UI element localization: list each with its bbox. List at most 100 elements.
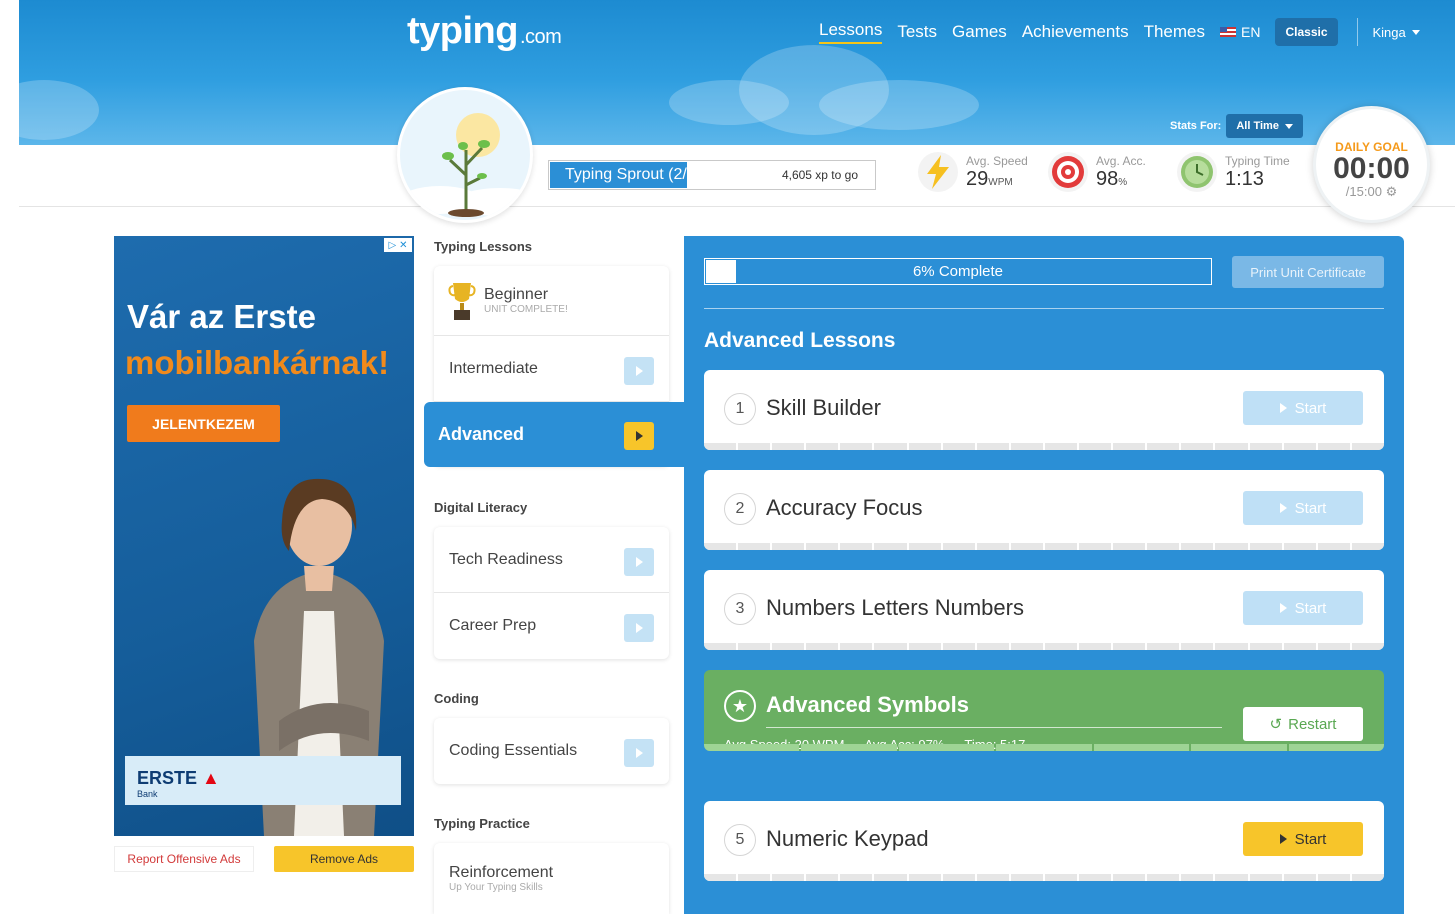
progress-segment: [704, 874, 737, 881]
lesson-name: Skill Builder: [766, 395, 881, 420]
lesson-card[interactable]: 5 Numeric Keypad Start: [704, 801, 1384, 881]
typing-practice-card: Reinforcement Up Your Typing Skills: [434, 843, 669, 914]
stat-typing-time: Typing Time 1:13: [1177, 152, 1290, 192]
ad-brand-sub: Bank: [137, 789, 158, 799]
start-button[interactable]: Start: [1243, 822, 1363, 856]
sidebar-item-intermediate[interactable]: Intermediate: [434, 336, 669, 402]
nav-divider: [1356, 18, 1358, 46]
progress-segment: [1249, 543, 1282, 550]
stat-avg-accuracy: Avg. Acc. 98%: [1048, 152, 1146, 192]
nav-achievements[interactable]: Achievements: [1022, 22, 1129, 42]
progress-segment: [1079, 443, 1112, 450]
sidebar-item-career-prep[interactable]: Career Prep: [434, 593, 669, 659]
progress-segment: [738, 874, 771, 881]
lesson-card[interactable]: 3 Numbers Letters Numbers Start: [704, 570, 1384, 650]
nav-games[interactable]: Games: [952, 22, 1007, 42]
nav-themes[interactable]: Themes: [1144, 22, 1205, 42]
lesson-progress-segments: [704, 543, 1384, 550]
progress-segment: [1044, 874, 1078, 881]
progress-segment: [1113, 443, 1146, 450]
progress-segment: [1181, 443, 1214, 450]
remove-ads-button[interactable]: Remove Ads: [274, 846, 414, 872]
gear-icon[interactable]: ⚙: [1386, 184, 1398, 199]
sidebar-item-beginner[interactable]: Beginner UNIT COMPLETE!: [434, 266, 669, 336]
start-label: Start: [1294, 499, 1327, 517]
progress-segment: [1113, 643, 1146, 650]
sprout-icon: [400, 113, 530, 217]
daily-goal-time: 00:00: [1333, 152, 1410, 185]
progress-segment: [874, 543, 907, 550]
start-button[interactable]: Start: [1243, 491, 1363, 525]
print-certificate-button[interactable]: Print Unit Certificate: [1232, 256, 1384, 288]
progress-segment: [840, 543, 873, 550]
progress-segment: [1113, 874, 1146, 881]
beginner-label: Beginner: [484, 286, 549, 303]
progress-segment: [1249, 874, 1282, 881]
progress-segment: [976, 874, 1009, 881]
avg-acc-value: 98: [1096, 167, 1119, 190]
stats-for-value: All Time: [1236, 120, 1279, 132]
report-ads-button[interactable]: Report Offensive Ads: [114, 846, 254, 872]
restart-label: Restart: [1288, 715, 1337, 733]
progress-segment: [1044, 643, 1078, 650]
progress-segment: [1351, 443, 1384, 450]
progress-segment: [1317, 443, 1350, 450]
advertisement[interactable]: ▷ ✕ Vár az Erste mobilbankárnak! JELENTKE…: [114, 236, 414, 836]
site-logo[interactable]: typing .com: [407, 10, 562, 53]
sidebar-item-reinforcement[interactable]: Reinforcement Up Your Typing Skills: [434, 843, 669, 913]
progress-segment: [1079, 543, 1112, 550]
divider: [704, 308, 1384, 309]
progress-segment: [1249, 643, 1282, 650]
lesson-card[interactable]: 1 Skill Builder Start: [704, 370, 1384, 450]
lesson-card[interactable]: 2 Accuracy Focus Start: [704, 470, 1384, 550]
progress-segment: [942, 874, 975, 881]
ad-brand: ERSTE: [137, 768, 198, 788]
progress-segment: [1079, 643, 1112, 650]
progress-segment: [1283, 443, 1316, 450]
progress-segment: [1010, 543, 1043, 550]
start-label: Start: [1294, 599, 1327, 617]
progress-segment: [801, 744, 897, 751]
progress-segment: [1215, 643, 1248, 650]
nav-tests[interactable]: Tests: [897, 22, 937, 42]
sidebar-item-advanced[interactable]: Advanced: [424, 402, 684, 467]
sidebar-item-tech-readiness[interactable]: Tech Readiness: [434, 527, 669, 593]
restart-button[interactable]: ↺ Restart: [1243, 707, 1363, 741]
nav-lessons[interactable]: Lessons: [819, 20, 883, 44]
daily-goal[interactable]: DAILY GOAL 00:00 /15:00 ⚙: [1313, 106, 1430, 223]
language-selector[interactable]: EN: [1220, 24, 1260, 40]
lesson-progress-segments: [704, 643, 1384, 650]
level-avatar: [397, 87, 533, 223]
lesson-progress-segments: [704, 744, 1384, 751]
progress-segment: [1147, 443, 1180, 450]
classic-button[interactable]: Classic: [1275, 18, 1338, 46]
beginner-status: UNIT COMPLETE!: [484, 304, 568, 315]
avg-speed-unit: WPM: [988, 176, 1013, 188]
sidebar-item-coding-essentials[interactable]: Coding Essentials: [434, 718, 669, 784]
target-icon: [1048, 152, 1088, 192]
progress-segment: [772, 643, 805, 650]
progress-segment: [1288, 744, 1384, 751]
coding-essentials-label: Coding Essentials: [449, 742, 578, 759]
progress-segment: [840, 874, 873, 881]
header-banner: typing .com Lessons Tests Games Achieveme…: [19, 0, 1455, 145]
start-label: Start: [1294, 830, 1327, 848]
start-button[interactable]: Start: [1243, 591, 1363, 625]
play-icon: [624, 422, 654, 450]
progress-segment: [1215, 543, 1248, 550]
progress-segment: [806, 643, 839, 650]
trophy-icon: [448, 282, 476, 320]
user-menu[interactable]: Kinga: [1373, 25, 1420, 40]
stats-for-select[interactable]: All Time: [1226, 114, 1303, 138]
section-title: Advanced Lessons: [704, 329, 896, 352]
progress-segment: [1215, 443, 1248, 450]
progress-segment: [704, 443, 737, 450]
caret-down-icon: [1284, 123, 1293, 129]
start-button[interactable]: Start: [1243, 391, 1363, 425]
ad-cta-button[interactable]: JELENTKEZEM: [127, 405, 280, 442]
progress-segment: [840, 643, 873, 650]
ad-close-icon[interactable]: ▷ ✕: [384, 238, 412, 252]
play-icon: [1279, 503, 1287, 513]
lesson-card-completed[interactable]: ★ Advanced Symbols Avg Speed: 20 WPM Avg…: [704, 670, 1384, 751]
play-icon: [624, 739, 654, 767]
